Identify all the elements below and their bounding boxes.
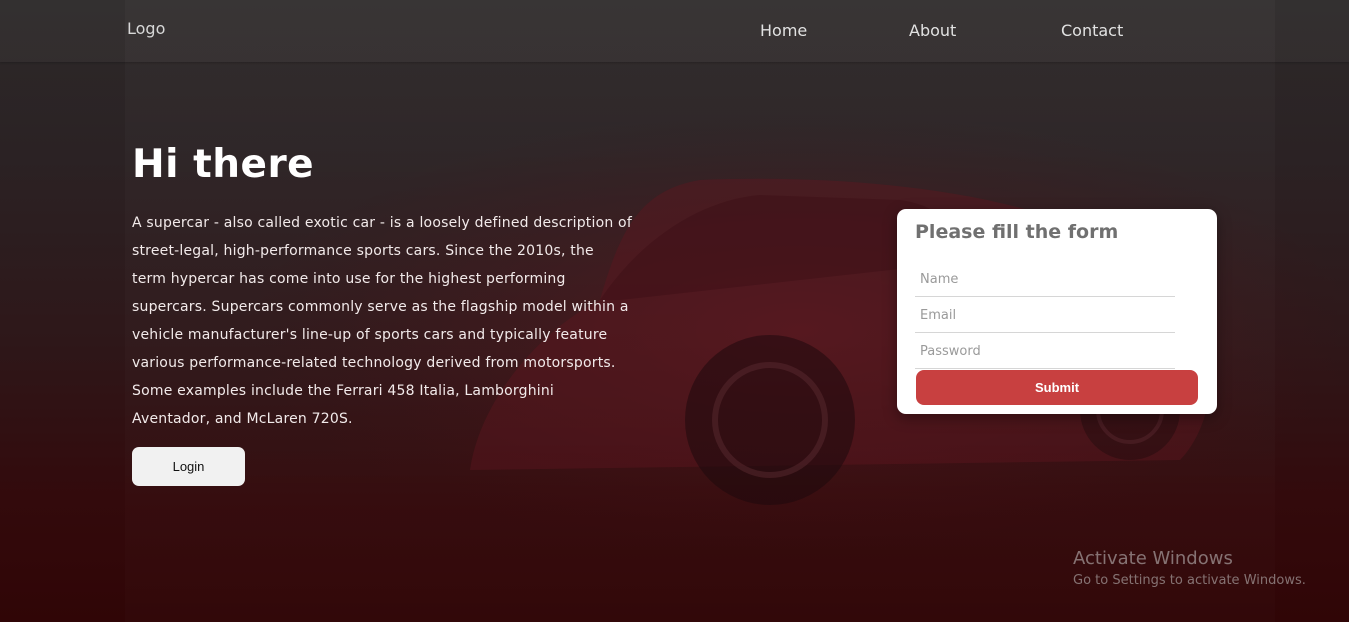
watermark-title: Activate Windows — [1073, 548, 1233, 569]
watermark-subtitle: Go to Settings to activate Windows. — [1073, 573, 1306, 588]
password-input[interactable] — [915, 335, 1175, 369]
nav-link-about[interactable]: About — [909, 21, 956, 40]
name-input[interactable] — [915, 263, 1175, 297]
hero-description: A supercar - also called exotic car - is… — [132, 215, 632, 427]
submit-button[interactable]: Submit — [916, 370, 1198, 405]
logo[interactable]: Logo — [127, 19, 165, 38]
nav-link-contact[interactable]: Contact — [1061, 21, 1123, 40]
login-button[interactable]: Login — [132, 447, 245, 486]
navbar: Logo Home About Contact — [0, 0, 1349, 62]
form-title: Please fill the form — [915, 221, 1119, 243]
nav-link-home[interactable]: Home — [760, 21, 807, 40]
email-input[interactable] — [915, 299, 1175, 333]
hero-title: Hi there — [132, 142, 315, 187]
signup-form-card: Please fill the form Submit — [897, 209, 1217, 414]
activate-windows-watermark: Activate Windows Go to Settings to activ… — [1073, 547, 1306, 591]
